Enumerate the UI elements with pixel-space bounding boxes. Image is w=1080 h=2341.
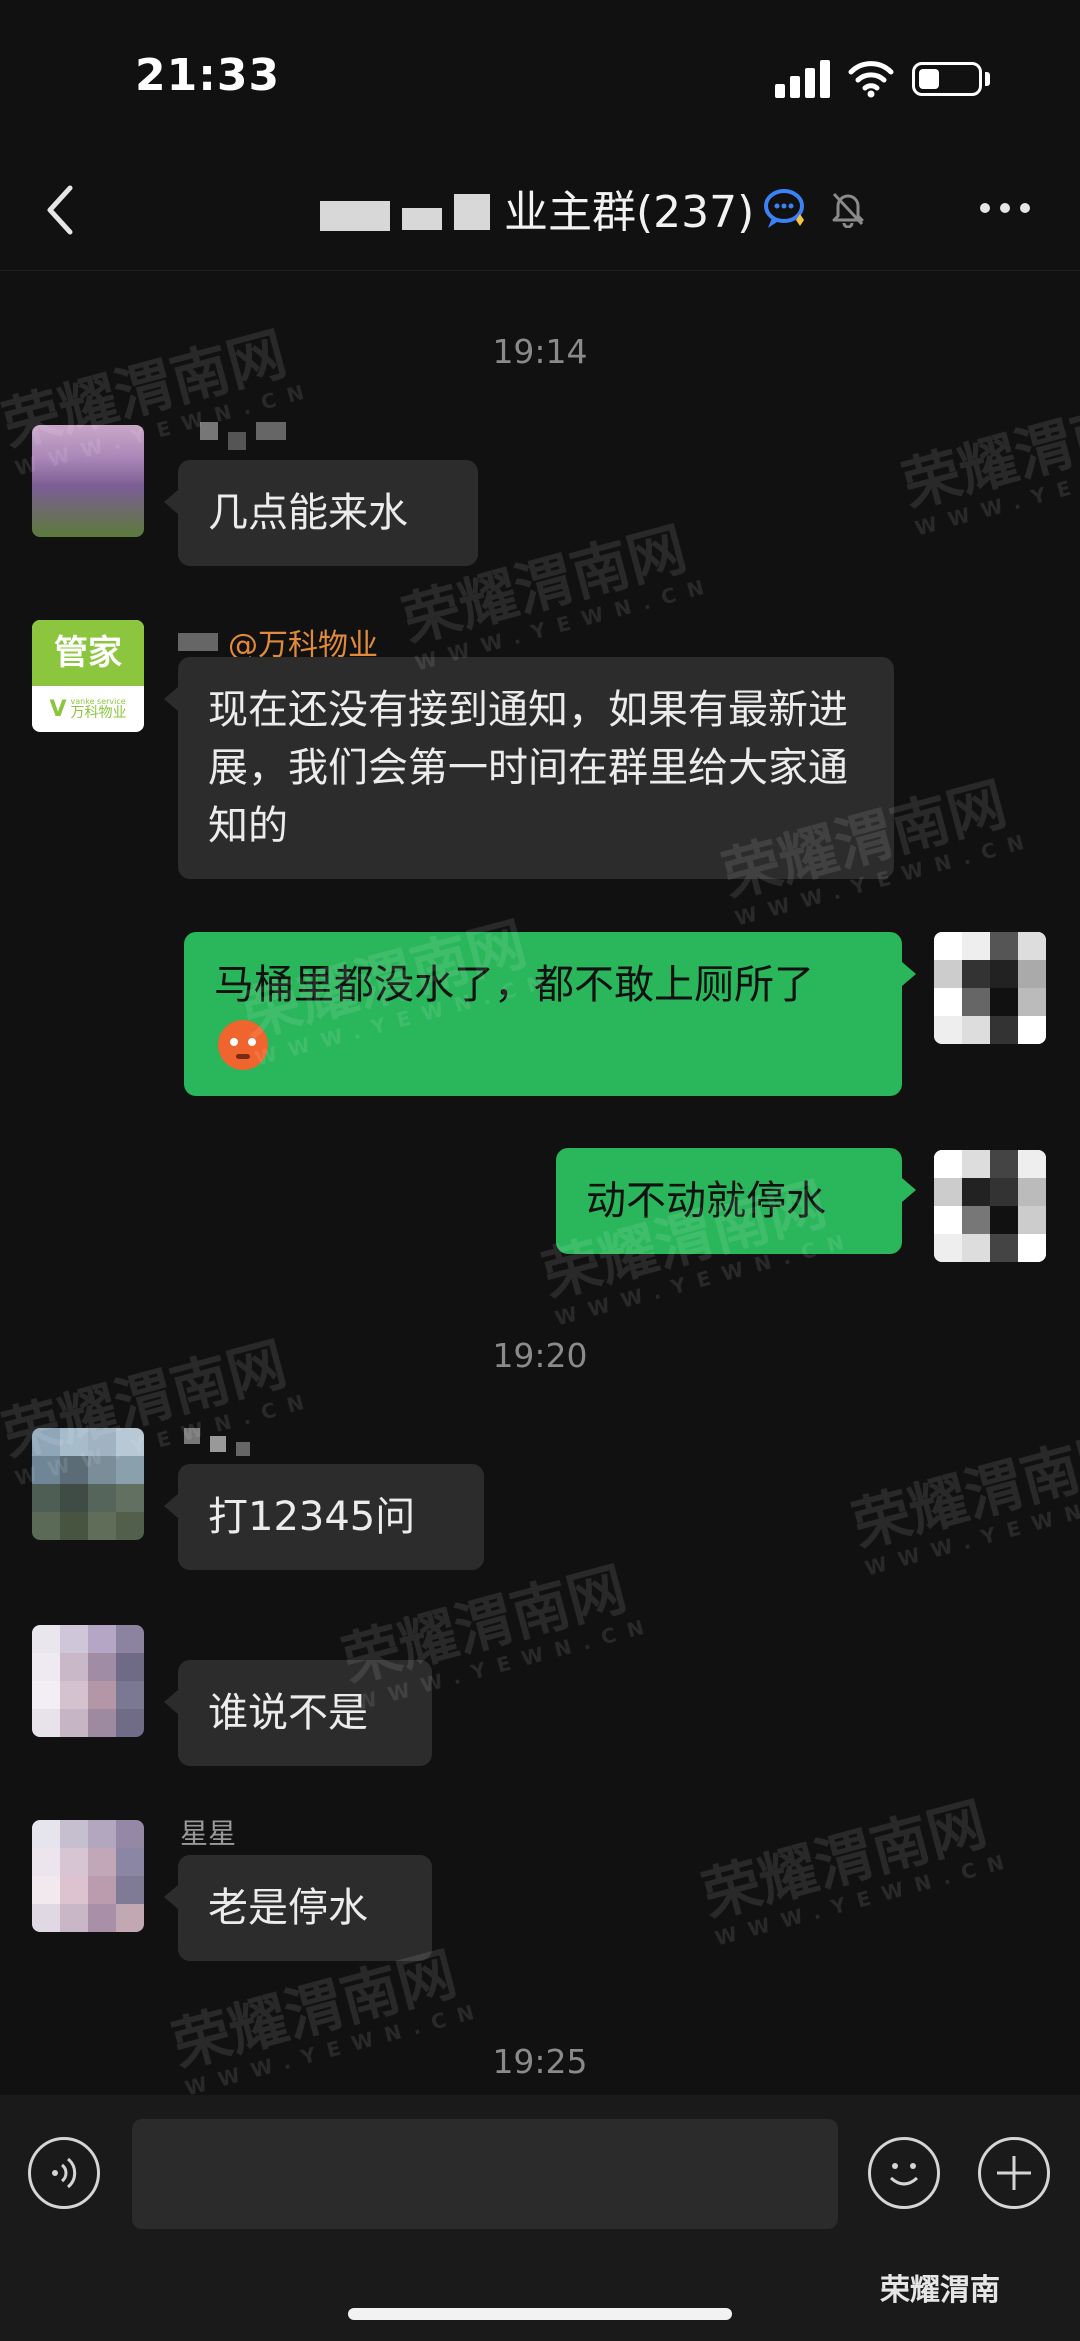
message-bubble[interactable]: 现在还没有接到通知，如果有最新进展，我们会第一时间在群里给大家通知的 <box>164 657 894 879</box>
chat-title-group[interactable]: 业主群(237) <box>320 176 868 240</box>
chat-title: 业主群(237) <box>504 187 755 238</box>
avatar[interactable] <box>32 1820 144 1932</box>
status-time: 21:33 <box>135 50 281 101</box>
message-bubble[interactable]: 谁说不是 <box>164 1660 432 1766</box>
more-icon[interactable] <box>975 198 1035 218</box>
home-indicator[interactable] <box>348 2308 732 2320</box>
timestamp: 19:14 <box>492 332 588 371</box>
brand-logo: 荣耀渭南 <box>880 2273 1000 2308</box>
status-bar: 21:33 <box>0 0 1080 150</box>
sweat-emoji-icon <box>218 1020 268 1070</box>
back-icon[interactable] <box>40 180 80 240</box>
avatar[interactable] <box>32 1428 144 1540</box>
emoji-button[interactable] <box>868 2137 940 2209</box>
message-bubble[interactable]: 老是停水 <box>164 1855 432 1961</box>
self-avatar[interactable] <box>934 1150 1046 1262</box>
chat-header: 业主群(237) <box>0 150 1080 271</box>
vanke-logo: V vanke service 万科物业 <box>49 696 127 722</box>
mute-bell-icon <box>832 192 864 228</box>
battery-icon <box>912 62 982 96</box>
message-bubble-outgoing[interactable]: 动不动就停水 <box>556 1148 916 1254</box>
message-input[interactable] <box>132 2119 838 2229</box>
watermark: 荣耀渭南网WWW.YEWN.CN <box>895 379 1080 541</box>
message-bubble-outgoing[interactable]: 马桶里都没水了，都不敢上厕所了 <box>184 932 916 1096</box>
timestamp: 19:25 <box>492 2042 588 2081</box>
plus-icon <box>997 2156 1031 2190</box>
avatar-label: 管家 <box>32 620 144 686</box>
signal-icon <box>775 60 833 98</box>
wifi-icon <box>848 61 894 98</box>
redacted-sender-name <box>184 1428 250 1456</box>
avatar[interactable] <box>32 1625 144 1737</box>
voice-icon <box>52 2157 77 2189</box>
message-bubble[interactable]: 几点能来水 <box>164 460 478 566</box>
watermark: 荣耀渭南网WWW.YEWN.CN <box>695 1789 1019 1951</box>
redacted-sender-name <box>200 422 286 450</box>
property-manager-avatar[interactable]: 管家 V vanke service 万科物业 <box>32 620 144 732</box>
self-avatar[interactable] <box>934 932 1046 1044</box>
redacted-title-part <box>320 185 490 231</box>
timestamp: 19:20 <box>492 1336 588 1375</box>
more-actions-button[interactable] <box>978 2137 1050 2209</box>
message-bubble[interactable]: 打12345问 <box>164 1464 484 1570</box>
avatar[interactable] <box>32 425 144 537</box>
sender-name: 星星 <box>180 1817 237 1850</box>
battery-tip <box>985 72 990 86</box>
voice-input-button[interactable] <box>28 2137 100 2209</box>
smiley-icon <box>889 2163 919 2186</box>
ai-assistant-icon[interactable] <box>762 184 810 232</box>
watermark: 荣耀渭南网WWW.YEWN.CN <box>845 1419 1080 1581</box>
